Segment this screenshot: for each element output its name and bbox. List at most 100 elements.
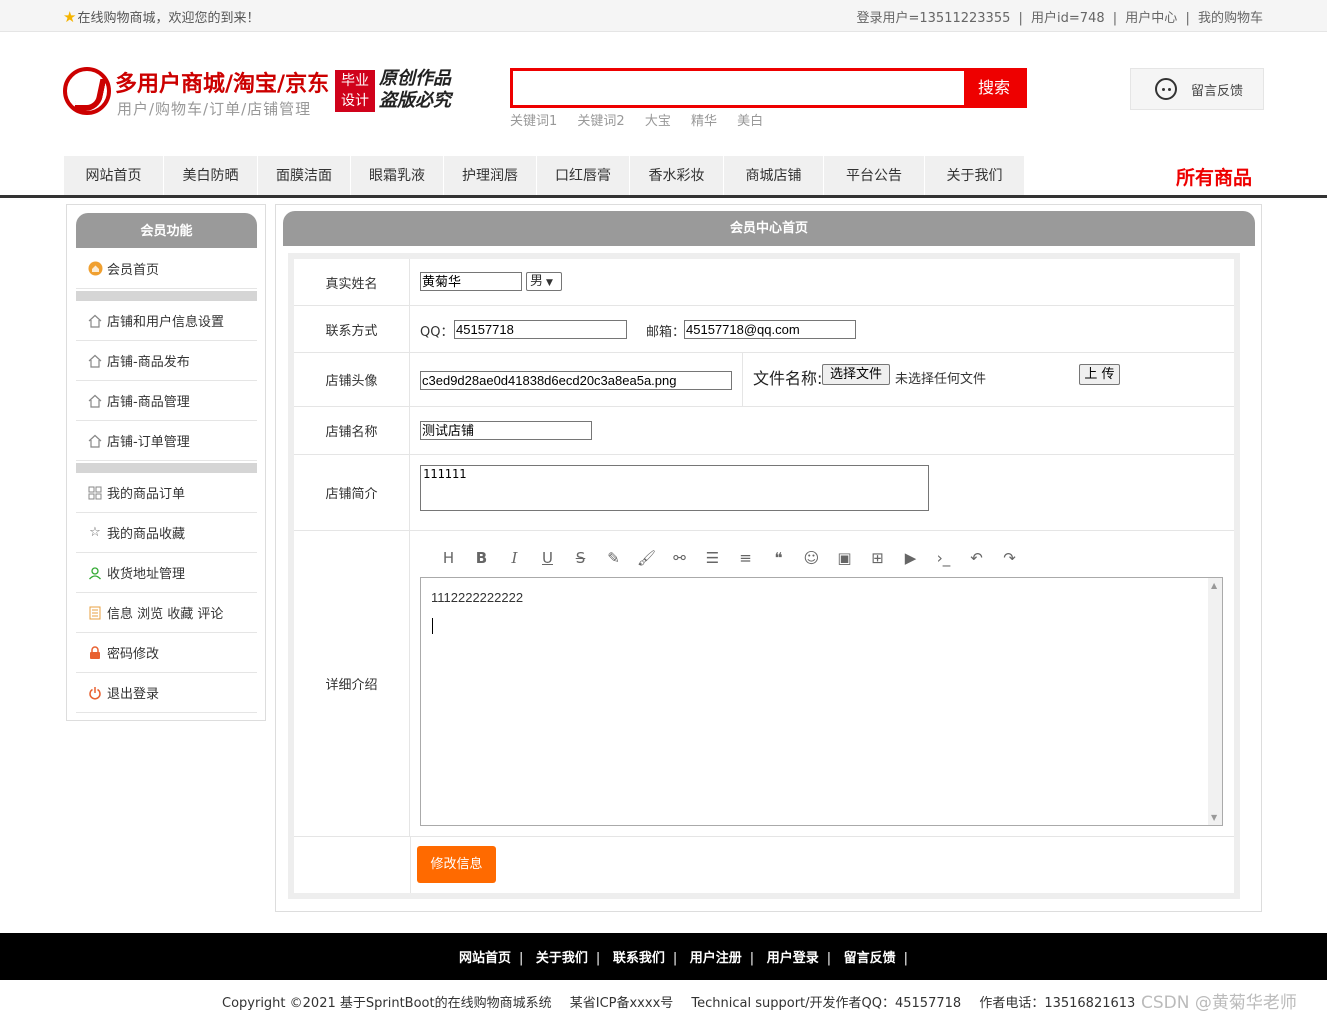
submit-button[interactable]: 修改信息	[417, 846, 496, 883]
my-cart-link[interactable]: 我的购物车	[1198, 11, 1263, 26]
quote-icon[interactable]: ❝	[762, 549, 795, 567]
shop-intro-label: 店铺简介	[294, 455, 410, 530]
nav-item[interactable]: 面膜洁面	[258, 156, 351, 196]
qq-input[interactable]: 45157718	[454, 320, 627, 339]
nav-item[interactable]: 香水彩妆	[630, 156, 724, 196]
nav-item[interactable]: 眼霜乳液	[351, 156, 444, 196]
slogan: 原创作品 盗版必究	[379, 68, 451, 111]
user-id-text: 用户id=748	[1031, 11, 1105, 26]
logo[interactable]: 多用户商城/淘宝/京东 用户/购物车/订单/店铺管理 毕业 设计 原创作品 盗版…	[63, 64, 463, 124]
nav-item[interactable]: 护理润唇	[444, 156, 537, 196]
keyword-link[interactable]: 关键词1	[510, 114, 557, 129]
support-text: Technical support/开发作者QQ：45157718	[691, 996, 962, 1011]
keyword-link[interactable]: 大宝	[645, 114, 671, 129]
bold-icon[interactable]: B	[465, 549, 498, 567]
feedback-button[interactable]: 留言反馈	[1130, 68, 1264, 110]
footer-link[interactable]: 用户登录	[767, 951, 819, 966]
undo-icon[interactable]: ↶	[960, 549, 993, 567]
shop-name-input[interactable]: 测试店铺	[420, 421, 592, 440]
shop-intro-textarea[interactable]: 111111	[420, 465, 929, 511]
editor-toolbar: H B I U S ✎ 🖌 ⚯ ☰ ≡ ❝ ☺ ▣ ⊞ ▶ ›_ ↶ ↷	[432, 549, 1026, 567]
email-input[interactable]: 45157718@qq.com	[684, 320, 856, 339]
bullet-list-icon[interactable]: ☰	[696, 549, 729, 567]
no-file-text: 未选择任何文件	[895, 372, 987, 387]
nav-item[interactable]: 关于我们	[925, 156, 1025, 196]
keyword-link[interactable]: 关键词2	[577, 114, 624, 129]
brush-icon[interactable]: 🖌	[630, 549, 663, 567]
footer-link[interactable]: 联系我们	[613, 951, 665, 966]
underline-icon[interactable]: U	[531, 549, 564, 567]
watermark: CSDN @黄菊华老师	[1141, 993, 1297, 1013]
nav-item-home[interactable]: 网站首页	[64, 156, 164, 196]
keyword-link[interactable]: 精华	[691, 114, 717, 129]
sidebar-item-shop-settings[interactable]: 店铺和用户信息设置	[76, 301, 257, 341]
main-nav: 网站首页 美白防晒 面膜洁面 眼霜乳液 护理润唇 口红唇膏 香水彩妆 商城店铺 …	[64, 156, 1025, 196]
footer-link[interactable]: 网站首页	[459, 951, 511, 966]
icp-text: 某省ICP备xxxx号	[569, 996, 674, 1011]
search-input[interactable]	[513, 71, 965, 105]
scroll-down-icon[interactable]: ▼	[1211, 813, 1217, 822]
emoji-icon[interactable]: ☺	[795, 549, 828, 567]
lock-icon	[87, 645, 103, 661]
nav-item[interactable]: 美白防晒	[164, 156, 258, 196]
all-products-link[interactable]: 所有商品	[1176, 163, 1252, 190]
italic-icon[interactable]: I	[498, 549, 531, 567]
sidebar-item-info[interactable]: 信息 浏览 收藏 评论	[76, 593, 257, 633]
sidebar-item-my-orders[interactable]: 我的商品订单	[76, 473, 257, 513]
avatar-file-input[interactable]: c3ed9d28ae0d41838d6ecd20c3a8ea5a.png	[420, 371, 732, 390]
strikethrough-icon[interactable]: S	[564, 549, 597, 567]
nav-divider	[0, 195, 1327, 198]
redo-icon[interactable]: ↷	[993, 549, 1026, 567]
user-center-link[interactable]: 用户中心	[1125, 11, 1177, 26]
sidebar-item-password[interactable]: 密码修改	[76, 633, 257, 673]
scroll-up-icon[interactable]: ▲	[1211, 581, 1217, 590]
sidebar-item-order-manage[interactable]: 店铺-订单管理	[76, 421, 257, 461]
image-icon[interactable]: ▣	[828, 549, 861, 567]
choose-file-button[interactable]: 选择文件	[822, 364, 890, 385]
upload-button[interactable]: 上 传	[1079, 364, 1120, 385]
footer-link[interactable]: 留言反馈	[844, 951, 896, 966]
table-icon[interactable]: ⊞	[861, 549, 894, 567]
sidebar-title: 会员功能	[76, 213, 257, 248]
chevron-down-icon: ▼	[546, 278, 553, 288]
link-icon[interactable]: ⚯	[663, 549, 696, 567]
sidebar-item-favorites[interactable]: ☆ 我的商品收藏	[76, 513, 257, 553]
home-orange-icon	[87, 261, 103, 277]
nav-item[interactable]: 商城店铺	[724, 156, 824, 196]
member-main: 会员中心首页 真实姓名 黄菊华 男 ▼ 联系方式 QQ： 45157718 邮箱：…	[275, 204, 1262, 912]
footer-link[interactable]: 关于我们	[536, 951, 588, 966]
nav-item[interactable]: 平台公告	[824, 156, 925, 196]
rich-text-editor[interactable]: 1112222222222 ▲ ▼	[420, 577, 1223, 826]
sidebar-item-product-publish[interactable]: 店铺-商品发布	[76, 341, 257, 381]
search-button[interactable]: 搜索	[964, 71, 1024, 105]
sidebar-divider	[76, 291, 257, 301]
row-real-name: 真实姓名 黄菊华 男 ▼	[294, 259, 1234, 306]
user-links: 登录用户=13511223355 | 用户id=748 | 用户中心 | 我的购…	[856, 11, 1264, 26]
editor-scrollbar[interactable]: ▲ ▼	[1208, 578, 1222, 825]
sidebar-item-product-manage[interactable]: 店铺-商品管理	[76, 381, 257, 421]
heading-icon[interactable]: H	[432, 549, 465, 567]
align-icon[interactable]: ≡	[729, 549, 762, 567]
real-name-input[interactable]: 黄菊华	[420, 272, 522, 291]
code-icon[interactable]: ›_	[927, 549, 960, 567]
footer-link[interactable]: 用户注册	[690, 951, 742, 966]
sidebar-item-logout[interactable]: 退出登录	[76, 673, 257, 713]
row-contact: 联系方式 QQ： 45157718 邮箱： 45157718@qq.com	[294, 306, 1234, 353]
sidebar-item-member-home[interactable]: 会员首页	[76, 249, 257, 289]
welcome-text: ★ 在线购物商城，欢迎您的到来！	[63, 7, 259, 27]
star-icon: ★	[63, 7, 77, 26]
star-icon: ☆	[89, 525, 101, 540]
person-icon	[87, 565, 103, 581]
gender-select[interactable]: 男 ▼	[526, 272, 562, 291]
row-shop-name: 店铺名称 测试店铺	[294, 407, 1234, 455]
sidebar-item-address[interactable]: 收货地址管理	[76, 553, 257, 593]
marker-icon[interactable]: ✎	[597, 549, 630, 567]
logo-icon	[63, 67, 111, 115]
text-caret	[432, 618, 433, 634]
video-icon[interactable]: ▶	[894, 549, 927, 567]
search-box: 搜索	[510, 68, 1027, 108]
document-icon	[87, 605, 103, 621]
keyword-link[interactable]: 美白	[737, 114, 763, 129]
nav-item[interactable]: 口红唇膏	[537, 156, 630, 196]
copyright-text: Copyright ©2021 基于SprintBoot的在线购物商城系统	[222, 996, 552, 1011]
